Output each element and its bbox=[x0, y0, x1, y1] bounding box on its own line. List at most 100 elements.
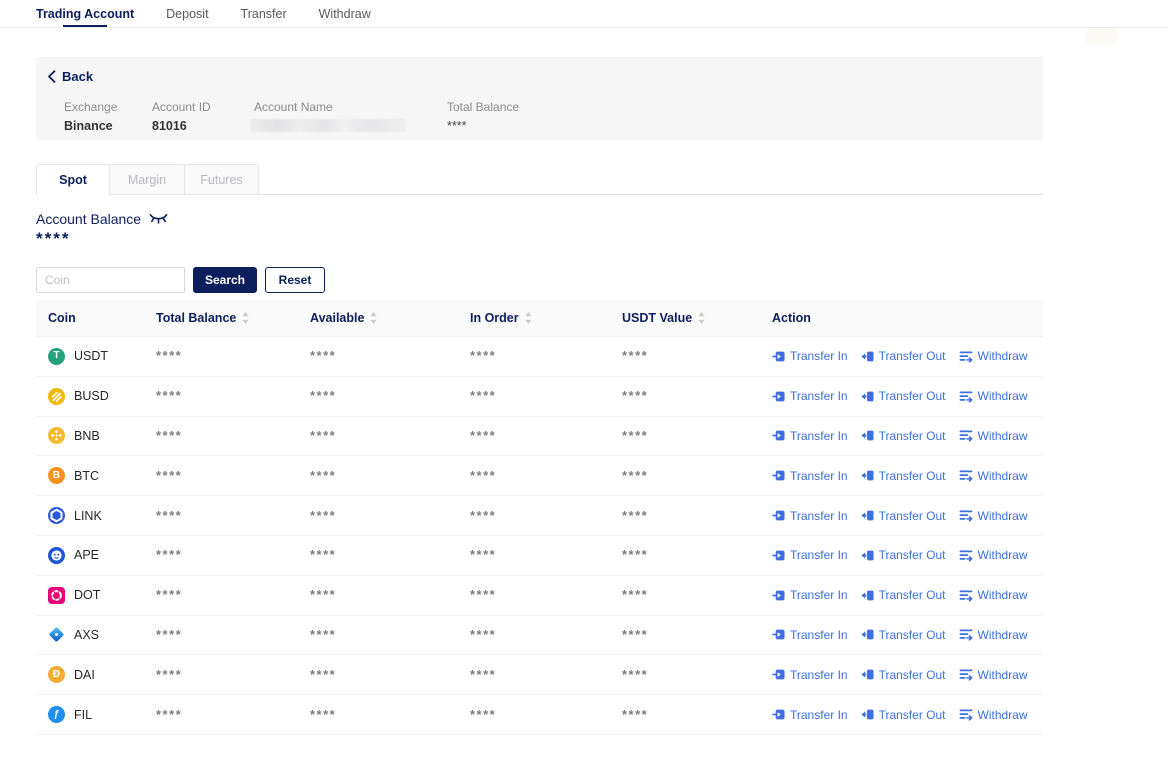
transfer-out-link[interactable]: Transfer Out bbox=[860, 548, 946, 562]
transfer-in-link[interactable]: Transfer In bbox=[772, 389, 848, 403]
coin-glyph: B bbox=[52, 469, 61, 481]
transfer-out-link[interactable]: Transfer Out bbox=[860, 469, 946, 483]
account-field-exchange: Exchange Binance bbox=[64, 100, 152, 133]
tab-label: Margin bbox=[127, 172, 167, 187]
masked-value: **** bbox=[470, 666, 497, 682]
coin-cell: AXS bbox=[36, 626, 156, 643]
transfer-in-link[interactable]: Transfer In bbox=[772, 708, 848, 722]
table-row-ape: APE **** **** **** **** Transfer In Tran… bbox=[36, 535, 1043, 576]
transfer-in-icon bbox=[772, 470, 785, 481]
action-label: Withdraw bbox=[977, 588, 1028, 603]
withdraw-icon bbox=[959, 550, 972, 562]
transfer-out-icon bbox=[860, 590, 874, 601]
transfer-in-link[interactable]: Transfer In bbox=[772, 429, 848, 443]
transfer-out-link[interactable]: Transfer Out bbox=[860, 588, 946, 602]
axs-coin-icon bbox=[48, 626, 65, 643]
coin-cell: B BTC bbox=[36, 467, 156, 485]
nav-item-transfer[interactable]: Transfer bbox=[241, 0, 287, 27]
action-cell: Transfer In Transfer Out Withdraw bbox=[772, 349, 1043, 363]
dot-coin-icon bbox=[48, 586, 65, 604]
withdraw-link[interactable]: Withdraw bbox=[959, 429, 1028, 443]
reset-button[interactable]: Reset bbox=[265, 267, 325, 293]
transfer-in-link[interactable]: Transfer In bbox=[772, 469, 848, 483]
masked-value: **** bbox=[310, 507, 337, 523]
transfer-out-link[interactable]: Transfer Out bbox=[860, 509, 946, 523]
transfer-in-link[interactable]: Transfer In bbox=[772, 628, 848, 642]
column-header-usdt-value[interactable]: USDT Value bbox=[622, 311, 772, 325]
masked-value: **** bbox=[310, 587, 337, 603]
masked-value: **** bbox=[156, 626, 183, 642]
withdraw-link[interactable]: Withdraw bbox=[959, 349, 1028, 363]
transfer-out-link[interactable]: Transfer Out bbox=[860, 668, 946, 682]
nav-item-trading-account[interactable]: Trading Account bbox=[36, 0, 134, 27]
account-field-account-name: Account Name bbox=[250, 100, 447, 133]
transfer-in-link[interactable]: Transfer In bbox=[772, 548, 848, 562]
sort-carets-icon[interactable] bbox=[697, 311, 706, 325]
tab-futures[interactable]: Futures bbox=[184, 164, 259, 195]
action-cell: Transfer In Transfer Out Withdraw bbox=[772, 389, 1043, 403]
withdraw-icon bbox=[959, 590, 972, 602]
coin-cell: BNB bbox=[36, 427, 156, 445]
transfer-in-link[interactable]: Transfer In bbox=[772, 509, 848, 523]
account-field-label: Total Balance bbox=[447, 100, 520, 114]
transfer-out-link[interactable]: Transfer Out bbox=[860, 429, 946, 443]
masked-value: **** bbox=[156, 666, 183, 682]
redacted-value bbox=[250, 119, 406, 132]
nav-item-withdraw[interactable]: Withdraw bbox=[319, 0, 371, 27]
chevron-left-icon bbox=[48, 70, 56, 83]
table-row-fil: ƒ FIL **** **** **** **** Transfer In Tr… bbox=[36, 695, 1043, 735]
account-info-fields: Exchange Binance Account ID 81016 Accoun… bbox=[64, 100, 567, 133]
action-label: Transfer Out bbox=[878, 389, 946, 404]
account-field-label: Exchange bbox=[64, 100, 118, 114]
withdraw-link[interactable]: Withdraw bbox=[959, 389, 1028, 403]
sort-carets-icon[interactable] bbox=[369, 311, 378, 325]
column-header-total-balance[interactable]: Total Balance bbox=[156, 311, 310, 325]
coin-symbol: BNB bbox=[74, 428, 100, 443]
coin-glyph: Ð bbox=[52, 668, 61, 680]
column-header-available[interactable]: Available bbox=[310, 311, 470, 325]
masked-value: **** bbox=[470, 467, 497, 483]
withdraw-link[interactable]: Withdraw bbox=[959, 708, 1028, 722]
transfer-in-icon bbox=[772, 669, 785, 680]
account-field-value: **** bbox=[447, 119, 467, 133]
withdraw-link[interactable]: Withdraw bbox=[959, 668, 1028, 682]
transfer-out-link[interactable]: Transfer Out bbox=[860, 628, 946, 642]
transfer-in-link[interactable]: Transfer In bbox=[772, 588, 848, 602]
action-label: Withdraw bbox=[977, 707, 1028, 722]
sort-carets-icon[interactable] bbox=[524, 311, 533, 325]
transfer-out-link[interactable]: Transfer Out bbox=[860, 389, 946, 404]
coin-symbol: BTC bbox=[74, 468, 99, 483]
withdraw-link[interactable]: Withdraw bbox=[959, 509, 1028, 523]
withdraw-link[interactable]: Withdraw bbox=[959, 469, 1028, 483]
table-row-bnb: BNB **** **** **** **** Transfer In Tran… bbox=[36, 416, 1043, 457]
coin-symbol: USDT bbox=[74, 349, 109, 364]
coin-symbol: LINK bbox=[74, 508, 102, 523]
coin-search-input[interactable] bbox=[36, 267, 185, 293]
transfer-out-link[interactable]: Transfer Out bbox=[860, 349, 946, 363]
search-button[interactable]: Search bbox=[193, 267, 257, 293]
column-header-in-order[interactable]: In Order bbox=[470, 311, 622, 325]
nav-item-label: Deposit bbox=[166, 6, 209, 21]
masked-value: **** bbox=[470, 388, 497, 404]
withdraw-link[interactable]: Withdraw bbox=[959, 548, 1028, 562]
eye-closed-icon[interactable] bbox=[149, 213, 168, 226]
coin-glyph: ƒ bbox=[53, 708, 60, 720]
table-row-dai: Ð DAI **** **** **** **** Transfer In Tr… bbox=[36, 655, 1043, 696]
tab-spot[interactable]: Spot bbox=[36, 164, 110, 195]
transfer-in-link[interactable]: Transfer In bbox=[772, 349, 848, 363]
top-nav-items: Trading Account Deposit Transfer Withdra… bbox=[36, 0, 371, 27]
withdraw-icon bbox=[959, 510, 972, 522]
transfer-out-link[interactable]: Transfer Out bbox=[860, 708, 946, 722]
transfer-out-icon bbox=[860, 669, 874, 680]
transfer-in-icon bbox=[772, 391, 785, 402]
withdraw-link[interactable]: Withdraw bbox=[959, 588, 1028, 602]
transfer-in-link[interactable]: Transfer In bbox=[772, 668, 848, 682]
nav-item-deposit[interactable]: Deposit bbox=[166, 0, 208, 27]
sort-carets-icon[interactable] bbox=[241, 311, 250, 325]
action-cell: Transfer In Transfer Out Withdraw bbox=[772, 708, 1043, 722]
table-header-row: Coin Total Balance Available In Order US… bbox=[36, 300, 1043, 337]
tab-margin[interactable]: Margin bbox=[109, 164, 185, 195]
action-label: Transfer In bbox=[790, 667, 848, 682]
back-button[interactable]: Back bbox=[47, 69, 93, 84]
withdraw-link[interactable]: Withdraw bbox=[959, 628, 1028, 642]
